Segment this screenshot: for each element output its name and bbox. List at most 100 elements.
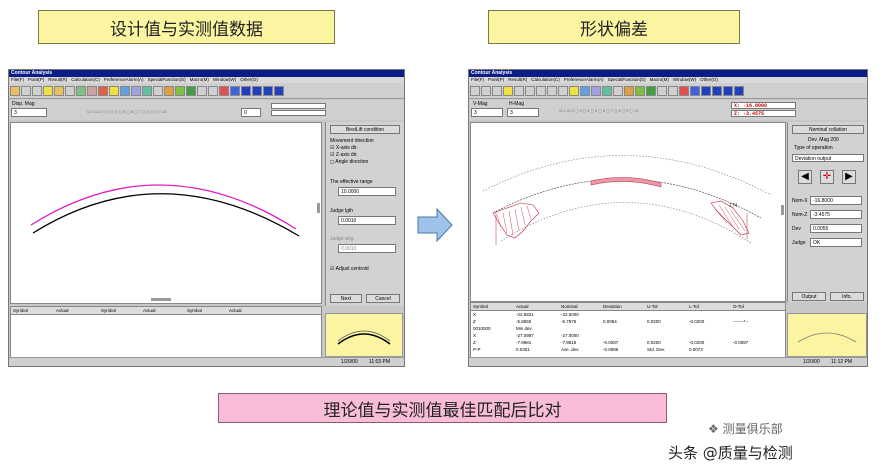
channel-checkbox-row[interactable]: ☑ 1 ☑ 2 ◻ 3 ◻ 4 ◻ 5 ◻ 6 ◻ 7 ◻ 8 ◻ 9 ◻ 10 (87, 109, 166, 114)
open-folder-icon[interactable] (470, 85, 480, 96)
arc-icon[interactable] (668, 85, 678, 96)
arrow-left-icon[interactable]: ◀ (798, 170, 812, 184)
adjust-centroid-checkbox[interactable]: ☑ Adjust centroid (330, 266, 369, 272)
tree-icon[interactable] (646, 85, 656, 96)
type-select[interactable]: Deviation output (792, 154, 864, 162)
v-scroll-thumb[interactable] (317, 203, 320, 213)
window3-icon[interactable] (263, 85, 273, 96)
tree-icon[interactable] (186, 85, 196, 96)
left-thumbnail[interactable] (325, 313, 403, 357)
measure-icon[interactable] (580, 85, 590, 96)
nom-x-input[interactable]: -16.8000 (810, 196, 862, 205)
flag-icon[interactable] (164, 85, 174, 96)
menu-result[interactable]: Result(R) (48, 77, 67, 83)
arrow-right-icon[interactable]: ▶ (842, 170, 856, 184)
view-icon[interactable] (602, 85, 612, 96)
pen-icon[interactable] (657, 85, 667, 96)
zaxis-checkbox[interactable]: ☑ Z-axis dir. (330, 152, 358, 158)
flag-icon[interactable] (624, 85, 634, 96)
chart-icon[interactable] (153, 85, 163, 96)
lock-icon[interactable] (591, 85, 601, 96)
monitor-icon[interactable] (230, 85, 240, 96)
judge-input[interactable]: OK (810, 238, 862, 247)
menu-macro[interactable]: Macro(M) (190, 77, 209, 83)
nom-z-input[interactable]: -3.4575 (810, 210, 862, 219)
measure-icon[interactable] (120, 85, 130, 96)
print-icon[interactable] (32, 85, 42, 96)
save-icon[interactable] (481, 85, 491, 96)
curve-icon[interactable] (219, 85, 229, 96)
open-folder-icon[interactable] (10, 85, 20, 96)
angle-checkbox[interactable]: ◻ Angle direction (330, 159, 368, 165)
judge-ang-input[interactable]: 0.0010 (338, 244, 396, 253)
curve-icon[interactable] (679, 85, 689, 96)
channel-checkbox-row[interactable]: ☑ 1 ☑ 2 ◻ 3 ◻ 4 ◻ 5 ◻ 6 ◻ 7 ◻ 8 ◻ 9 ◻ 10 (559, 108, 638, 113)
info-button[interactable]: Info. (830, 292, 864, 301)
cut-icon[interactable] (87, 85, 97, 96)
house-icon[interactable] (175, 85, 185, 96)
value-select[interactable]: 0 (241, 108, 261, 117)
window3-icon[interactable] (723, 85, 733, 96)
center-cross-icon[interactable]: ✛ (820, 170, 834, 184)
h-scroll-thumb[interactable] (151, 298, 171, 301)
deviation-hatch-lines-left (496, 205, 532, 236)
house-icon[interactable] (635, 85, 645, 96)
folder-icon[interactable] (514, 85, 524, 96)
cancel-button[interactable]: Cancel (366, 294, 400, 303)
menu-special-function[interactable]: SpecialFunction(S) (148, 77, 186, 83)
menu-window[interactable]: Window(W) (673, 77, 696, 83)
pen-icon[interactable] (197, 85, 207, 96)
hmag-select[interactable]: 3 (507, 108, 539, 117)
monitor-icon[interactable] (690, 85, 700, 96)
menu-calculation[interactable]: Calculation(C) (531, 77, 560, 83)
right-thumbnail[interactable] (787, 313, 867, 357)
vmag-select[interactable]: 3 (471, 108, 503, 117)
range-input[interactable]: 10.0000 (338, 187, 396, 196)
window-icon[interactable] (701, 85, 711, 96)
lock-icon[interactable] (131, 85, 141, 96)
cut-icon[interactable] (547, 85, 557, 96)
dev-input[interactable]: 0.0055 (810, 224, 862, 233)
highlight-icon[interactable] (43, 85, 53, 96)
menu-preference-alarm[interactable]: PreferenceAlarm(A) (564, 77, 604, 83)
menu-calculation[interactable]: Calculation(C) (71, 77, 100, 83)
menu-preference-alarm[interactable]: PreferenceAlarm(A) (104, 77, 144, 83)
menu-window[interactable]: Window(W) (213, 77, 236, 83)
calc-icon[interactable] (98, 85, 108, 96)
menu-other[interactable]: Other(O) (700, 77, 718, 83)
disp-mag-select[interactable]: 3 (11, 108, 47, 117)
folder-icon[interactable] (54, 85, 64, 96)
window2-icon[interactable] (712, 85, 722, 96)
grid-icon[interactable] (109, 85, 119, 96)
menu-result[interactable]: Result(R) (508, 77, 527, 83)
menu-macro[interactable]: Macro(M) (650, 77, 669, 83)
print-icon[interactable] (492, 85, 502, 96)
menu-point[interactable]: Point(P) (488, 77, 504, 83)
menu-file[interactable]: File(F) (471, 77, 484, 83)
menu-point[interactable]: Point(P) (28, 77, 44, 83)
menu-special-function[interactable]: SpecialFunction(S) (608, 77, 646, 83)
disk-icon[interactable] (525, 85, 535, 96)
col-u-tol: U-Tol (647, 304, 658, 309)
calc-icon[interactable] (558, 85, 568, 96)
arc-icon[interactable] (208, 85, 218, 96)
next-button[interactable]: Next (330, 294, 362, 303)
save-icon[interactable] (21, 85, 31, 96)
window4-icon[interactable] (274, 85, 284, 96)
menu-file[interactable]: File(F) (11, 77, 24, 83)
tool-icon[interactable] (76, 85, 86, 96)
window-icon[interactable] (241, 85, 251, 96)
grid-icon[interactable] (569, 85, 579, 96)
highlight-icon[interactable] (503, 85, 513, 96)
menu-other[interactable]: Other(O) (240, 77, 258, 83)
disk-icon[interactable] (65, 85, 75, 96)
chart-icon[interactable] (613, 85, 623, 96)
view-icon[interactable] (142, 85, 152, 96)
tool-icon[interactable] (536, 85, 546, 96)
judge-lgth-input[interactable]: 0.0010 (338, 216, 396, 225)
window2-icon[interactable] (252, 85, 262, 96)
window4-icon[interactable] (734, 85, 744, 96)
v-scroll-thumb[interactable] (781, 205, 784, 215)
xaxis-checkbox[interactable]: ☑ X-axis dir. (330, 145, 358, 151)
output-button[interactable]: Output (792, 292, 826, 301)
